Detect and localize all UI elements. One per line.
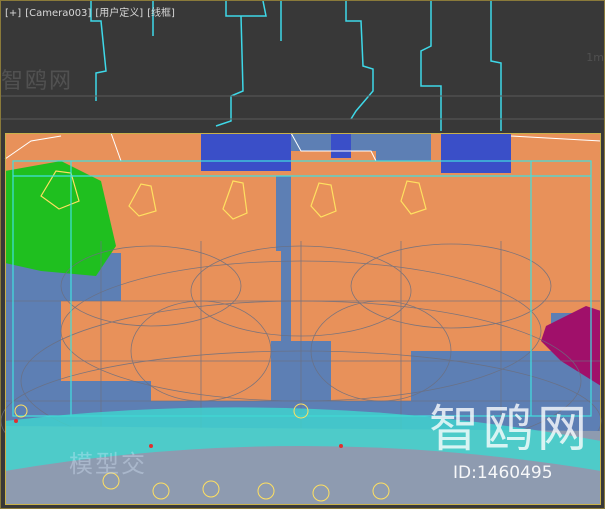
viewport-shading-menu[interactable]: [线框] <box>147 6 175 22</box>
watermark-mid: 模型交 <box>69 450 147 478</box>
watermark-id: ID:1460495 <box>453 463 553 483</box>
3d-viewport[interactable]: [+] [Camera003] [用户定义] [线框] 智鸥网 1m 模型交 智… <box>0 0 605 509</box>
watermark-top-left: 智鸥网 <box>1 69 74 94</box>
viewport-view-menu[interactable]: [用户定义] <box>95 6 143 22</box>
viewport-camera-menu[interactable]: [Camera003] <box>25 6 91 22</box>
watermark-top-right: 1m <box>586 51 604 64</box>
viewport-label-menu: [+] [Camera003] [用户定义] [线框] <box>5 6 175 22</box>
viewport-general-menu[interactable]: [+] <box>5 6 21 22</box>
watermark-logo: 智鸥网 <box>429 400 591 458</box>
upper-faint-lines <box>1 95 604 120</box>
